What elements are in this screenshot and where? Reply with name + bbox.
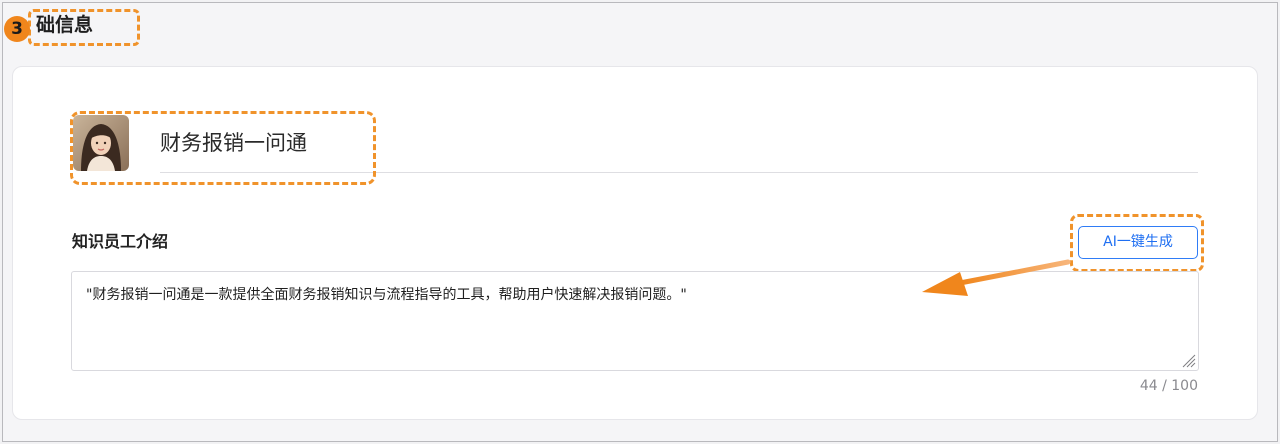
ai-generate-button[interactable]: AI一键生成 [1078,226,1198,259]
highlight-agent-name [70,111,376,185]
intro-textarea[interactable]: "财务报销一问通是一款提供全面财务报销知识与流程指导的工具，帮助用户快速解决报销… [71,271,1199,371]
char-count: 44 / 100 [1139,378,1198,394]
step-number-badge: 3 [4,16,30,42]
intro-label: 知识员工介绍 [72,232,169,251]
section-title: 础信息 [36,14,94,36]
resize-handle-icon[interactable] [1180,352,1196,368]
